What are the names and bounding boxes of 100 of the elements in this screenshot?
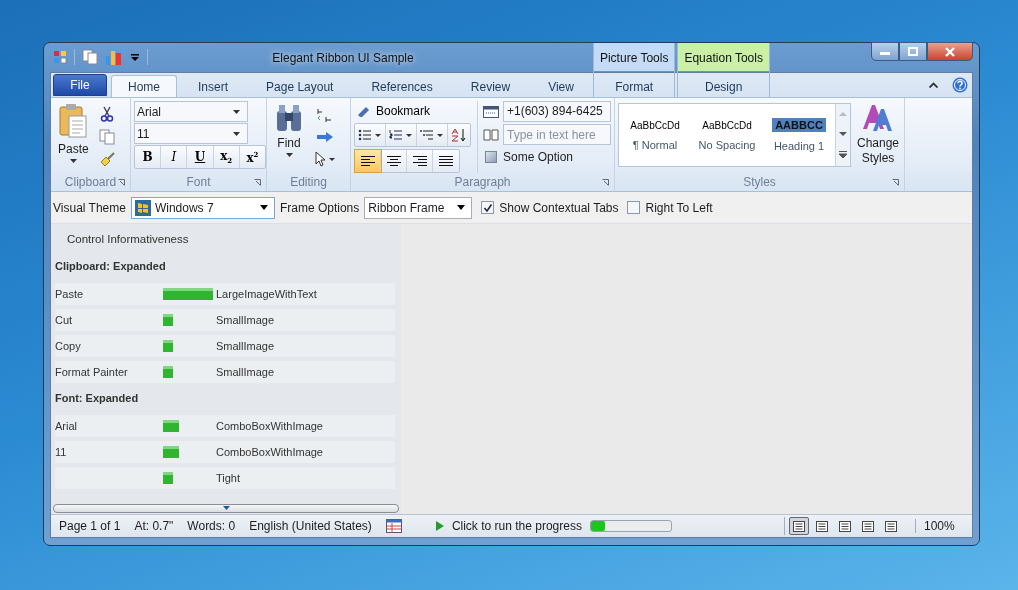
play-icon[interactable] <box>435 521 444 531</box>
frame-options-dropdown[interactable]: Ribbon Frame <box>364 196 473 219</box>
collapse-icon[interactable] <box>929 82 938 88</box>
some-option-checkbox[interactable]: Some Option <box>483 147 611 167</box>
numbered-list-icon <box>389 129 413 141</box>
group-label: Font <box>186 175 211 189</box>
option-checkbox[interactable]: Right To Left <box>627 200 713 215</box>
contextual-tab-header: Equation Tools <box>678 43 769 71</box>
checkmark-icon <box>482 202 493 213</box>
paintbrush-icon[interactable] <box>98 151 115 168</box>
maximize-button[interactable] <box>899 42 927 61</box>
alignment-icon <box>386 155 401 167</box>
option-checkbox[interactable]: Show Contextual Tabs <box>481 200 619 215</box>
dialog-launcher-icon[interactable] <box>892 179 899 186</box>
caret-icon <box>457 205 466 210</box>
group-label: Styles <box>743 175 776 189</box>
group-label: Clipboard <box>64 175 117 189</box>
group-label: Paragraph <box>454 175 511 189</box>
visual-theme-dropdown[interactable]: Windows 7 <box>130 196 275 219</box>
caret-icon <box>233 131 240 136</box>
windows-flag-icon <box>134 199 151 216</box>
cursor-icon[interactable] <box>314 151 336 167</box>
caret-icon <box>233 109 240 114</box>
change-styles-button[interactable]: Change Styles <box>855 101 902 173</box>
letters-icon <box>861 103 895 133</box>
caret-icon <box>259 205 268 210</box>
size-mode: SmallImage <box>216 366 276 378</box>
ribbon-tab[interactable]: Insert <box>181 75 246 97</box>
find-button[interactable]: Find <box>272 101 306 173</box>
ribbon-tab[interactable]: Review <box>453 75 528 97</box>
status-text: At: 0.7" <box>134 519 174 533</box>
scissors-icon[interactable] <box>98 106 115 123</box>
control-name: Paste <box>55 288 84 300</box>
copy-icon[interactable] <box>82 49 98 65</box>
text-field[interactable]: Type in text here <box>503 124 611 145</box>
clipboard-icon <box>58 103 89 139</box>
ribbon-tab[interactable]: View <box>531 75 591 97</box>
alignment-icon <box>412 155 427 167</box>
ribbon-tab[interactable]: Page Layout <box>249 75 351 97</box>
frame-options-label: Frame Options <box>279 200 360 215</box>
format-button[interactable]: x$_{2}$ <box>213 146 240 168</box>
status-text: Click to run the progress <box>451 519 582 533</box>
view-button[interactable] <box>789 517 809 535</box>
ribbon-tab[interactable]: Home <box>111 75 177 97</box>
status-text: Page 1 of 1 <box>59 519 121 533</box>
size-indicator-icon <box>163 446 179 458</box>
scroll-down-icon[interactable] <box>838 131 848 137</box>
format-button[interactable]: B <box>135 146 162 168</box>
more-icon[interactable] <box>838 151 848 159</box>
panel-scroll-button[interactable] <box>53 504 399 513</box>
size-combo[interactable]: 11 <box>134 123 248 144</box>
size-mode: ComboBoxWithImage <box>216 420 324 432</box>
section-heading: Clipboard: Expanded <box>54 259 167 274</box>
app-icon[interactable] <box>53 50 67 64</box>
dropdown-icon[interactable] <box>130 52 140 62</box>
arrow-right-icon[interactable] <box>316 131 334 143</box>
style-item[interactable]: AABBCC Heading 1 <box>763 104 835 166</box>
size-mode: SmallImage <box>216 340 276 352</box>
panel-title: Control Informativeness <box>66 232 190 247</box>
style-item[interactable]: AaBbCcDd No Spacing <box>691 104 763 166</box>
control-name: 11 <box>55 446 67 458</box>
format-button[interactable]: U <box>187 146 214 168</box>
page-icon <box>816 520 828 532</box>
phone-field[interactable]: +1(603) 894-6425 <box>503 101 611 122</box>
paste-button[interactable]: Paste <box>56 101 91 173</box>
control-name: Copy <box>55 340 81 352</box>
format-button[interactable]: I <box>161 146 188 168</box>
ribbon-tab[interactable]: References <box>354 75 450 97</box>
file-tab[interactable]: File <box>53 74 107 96</box>
dialog-launcher-icon[interactable] <box>118 179 125 186</box>
replace-icon[interactable] <box>316 107 334 123</box>
sort-icon <box>451 128 467 142</box>
table-icon[interactable] <box>385 519 402 533</box>
close-button[interactable] <box>927 42 973 61</box>
dialog-launcher-icon[interactable] <box>254 179 261 186</box>
ribbon-tab[interactable]: Design <box>688 75 760 97</box>
ribbon-tab[interactable]: Format <box>598 75 671 97</box>
size-mode: Tight <box>216 472 242 484</box>
control-name: Cut <box>55 314 73 326</box>
help-icon[interactable] <box>952 77 968 93</box>
status-text: English (United States) <box>249 519 372 533</box>
status-text: Words: 0 <box>187 519 236 533</box>
alignment-icon <box>439 155 453 167</box>
align-button[interactable] <box>355 150 381 172</box>
zoom-level: 100% <box>915 519 972 533</box>
minimize-button[interactable] <box>871 42 899 61</box>
format-button[interactable]: x$^{2}$ <box>239 146 265 168</box>
multilevel-list-button[interactable] <box>417 124 448 146</box>
style-item[interactable]: AaBbCcDd ¶ Normal <box>619 104 691 166</box>
size-indicator-icon <box>163 314 173 326</box>
caret-icon <box>69 159 77 163</box>
page-icon <box>793 520 805 532</box>
dialog-launcher-icon[interactable] <box>602 179 609 186</box>
size-indicator-icon <box>163 340 173 352</box>
calendar-icon <box>483 105 499 118</box>
font-combo[interactable]: Arial <box>134 101 248 122</box>
bookmark-button[interactable]: Bookmark <box>354 101 473 121</box>
visual-theme-label: Visual Theme <box>53 200 126 215</box>
multilevel-list-icon <box>420 129 444 141</box>
window-title: Elegant Ribbon UI Sample <box>271 50 415 65</box>
